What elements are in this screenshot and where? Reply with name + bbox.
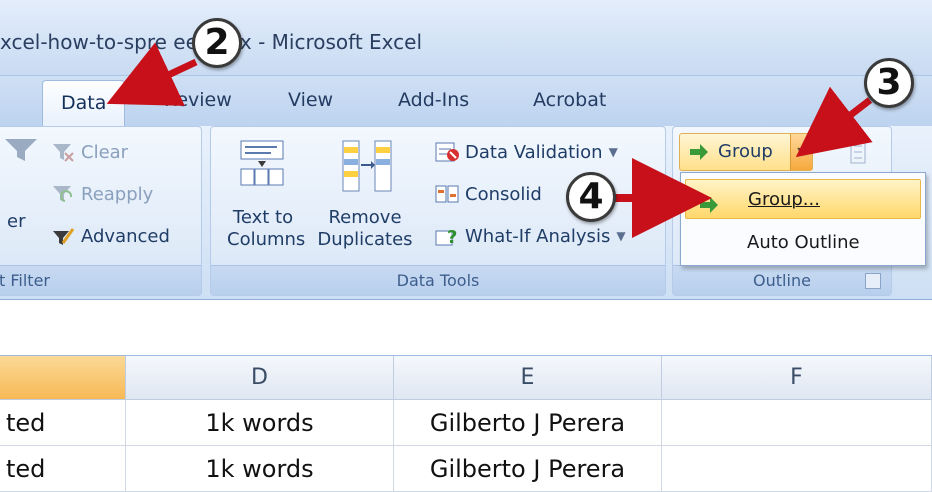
arrow-to-group-dropdown — [795, 86, 873, 158]
arrow-to-data-tab — [106, 42, 198, 106]
callout-badge-2: 2 — [192, 18, 242, 68]
callout-badge-3: 3 — [864, 58, 914, 108]
callout-badge-4: 4 — [566, 172, 616, 222]
annotation-arrows — [106, 42, 873, 238]
